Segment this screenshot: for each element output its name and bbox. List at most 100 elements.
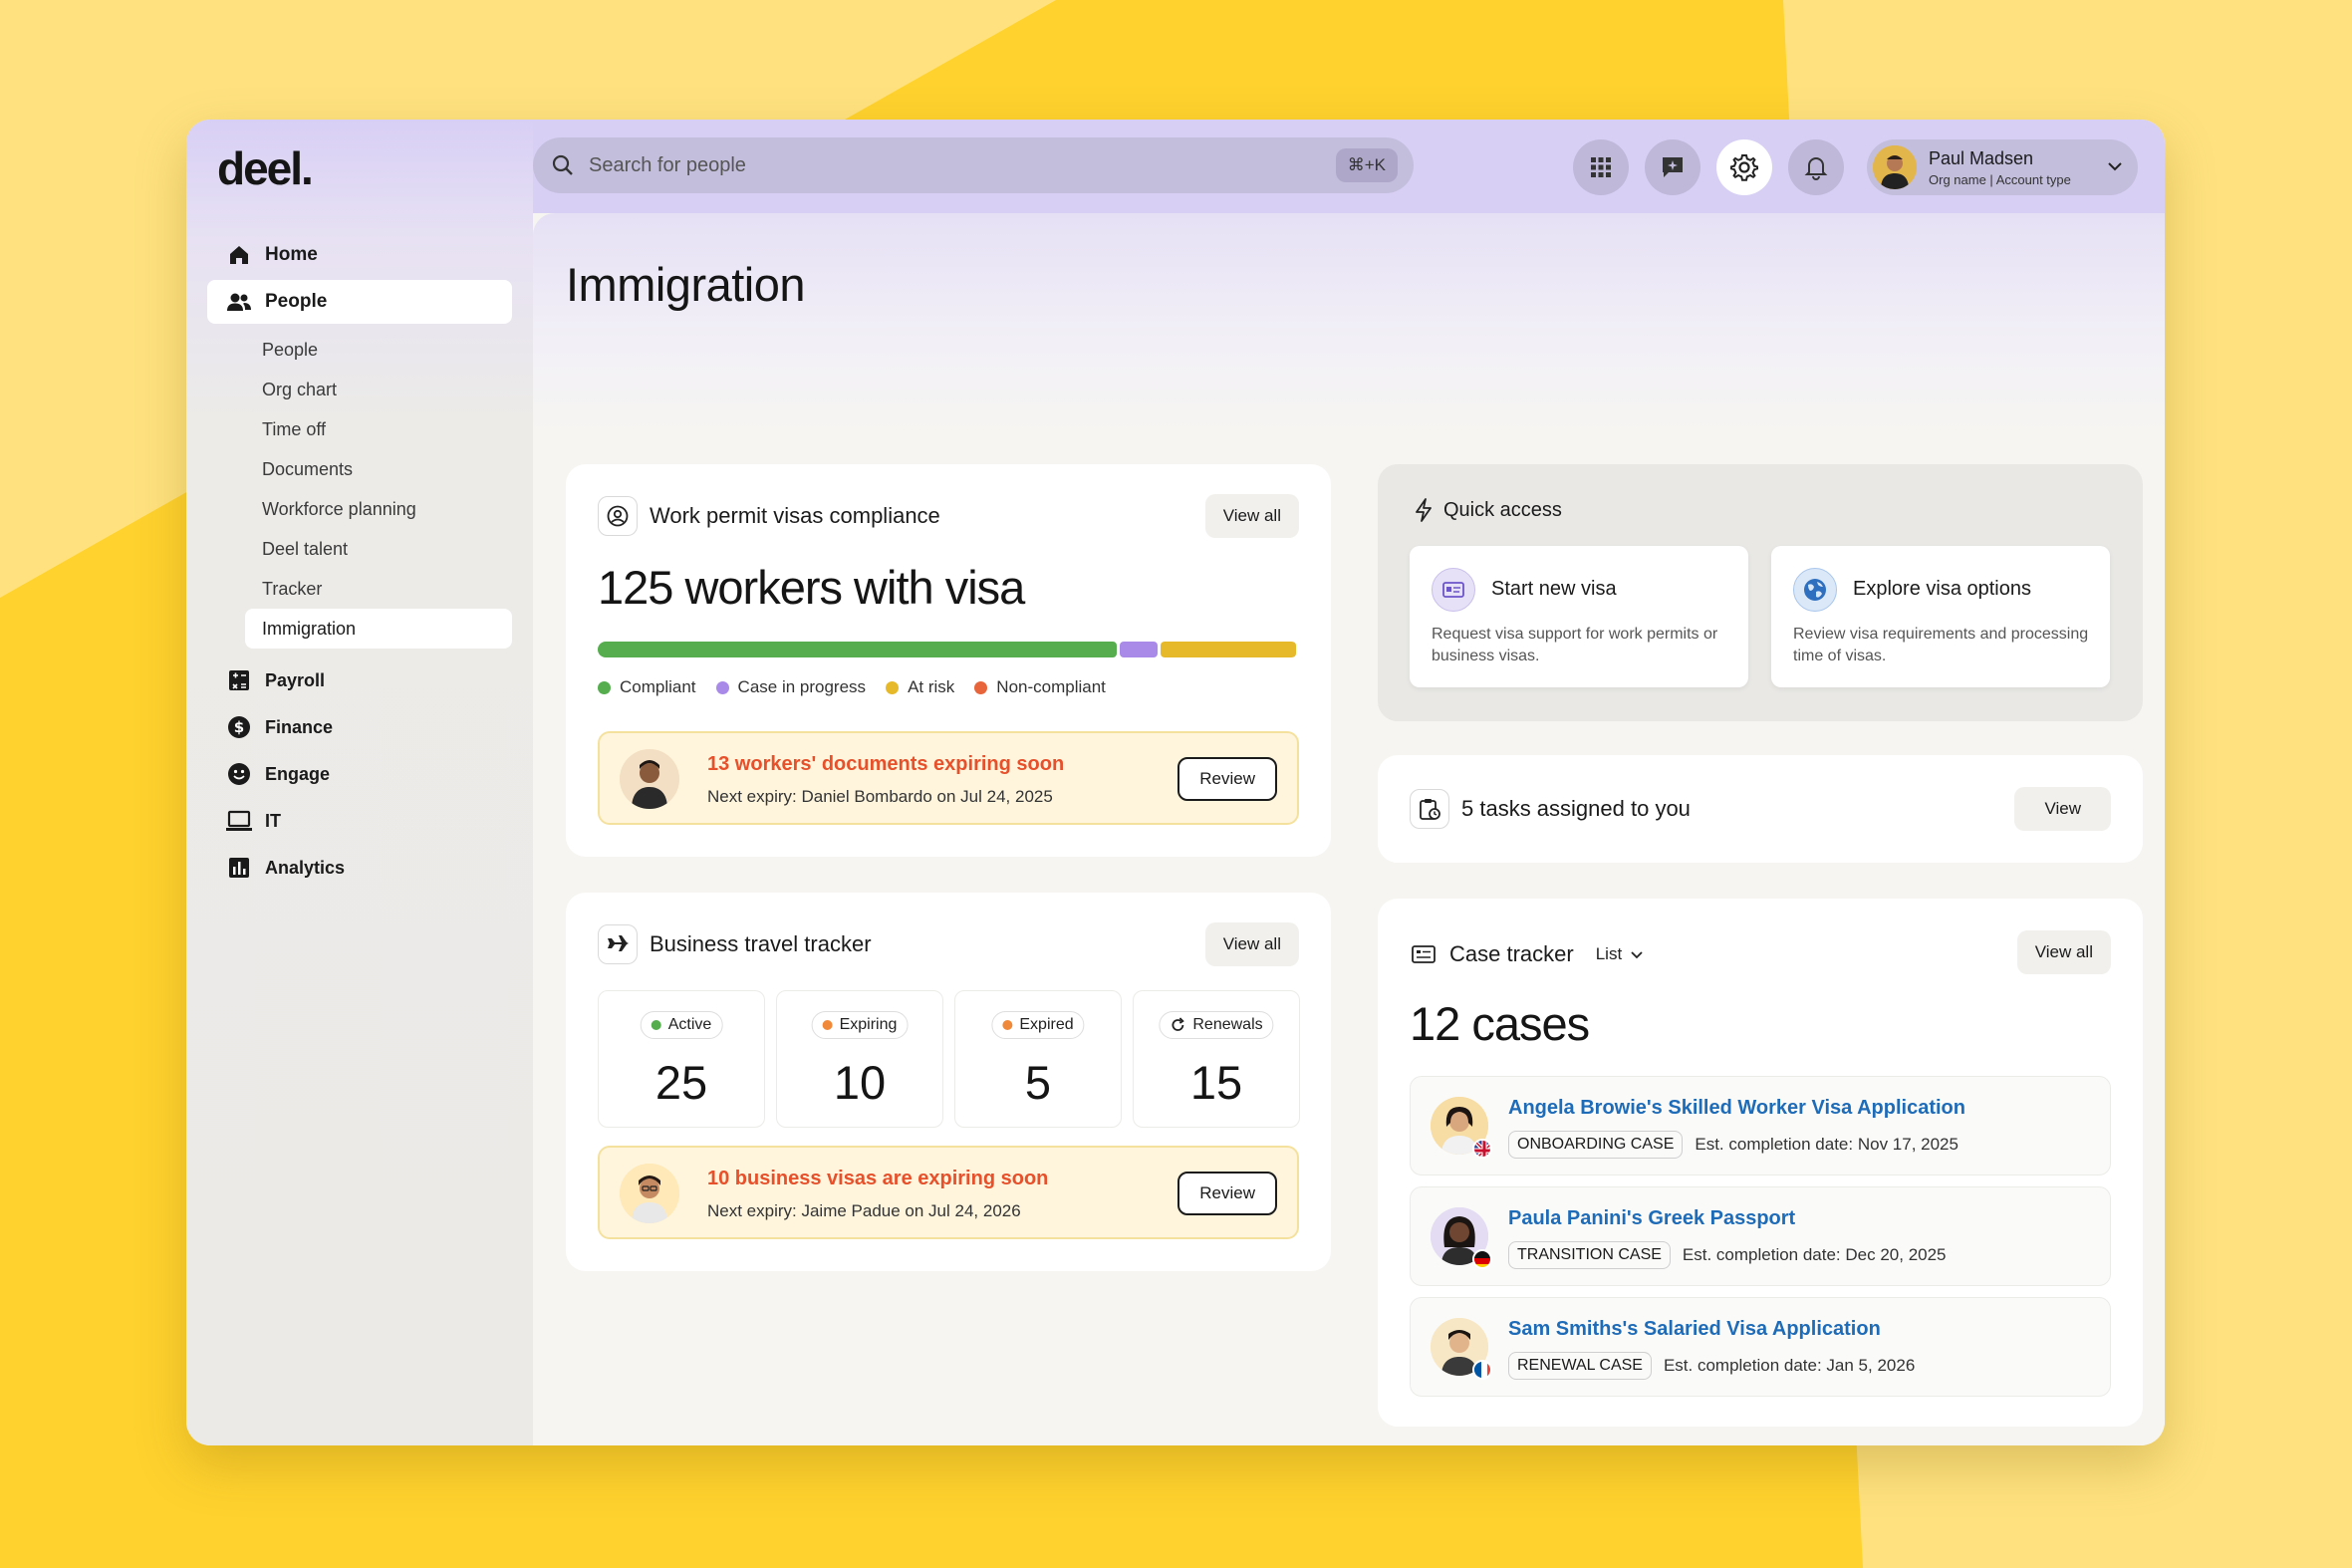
legend-item: Case in progress	[715, 677, 866, 697]
quick-access-panel: Quick access Start new visa Request visa…	[1378, 464, 2143, 721]
sidebar-item-label: Payroll	[265, 669, 326, 690]
search-placeholder: Search for people	[589, 153, 746, 176]
subnav-item-time-off[interactable]: Time off	[207, 409, 512, 449]
clipboard-clock-icon	[1410, 789, 1449, 829]
subnav-item-immigration[interactable]: Immigration	[245, 609, 512, 649]
case-completion-date: Est. completion date: Nov 17, 2025	[1695, 1135, 1959, 1154]
subnav-item-documents[interactable]: Documents	[207, 449, 512, 489]
sidebar: deel. Home People People Org chart Time …	[186, 120, 533, 1445]
alert-subtitle: Next expiry: Daniel Bombardo on Jul 24, …	[707, 787, 1053, 806]
user-menu[interactable]: Paul Madsen Org name | Account type	[1867, 139, 2138, 195]
documents-expiring-alert: 13 workers' documents expiring soon Next…	[598, 731, 1299, 825]
page-title: Immigration	[566, 258, 806, 311]
airplane-icon	[598, 924, 638, 964]
case-tracker-card: Case tracker List View all 12 cases Ange…	[1378, 899, 2143, 1427]
cases-view-all-button[interactable]: View all	[2016, 930, 2111, 974]
view-mode-dropdown[interactable]: List	[1596, 944, 1644, 964]
start-new-visa-card[interactable]: Start new visa Request visa support for …	[1410, 546, 1748, 687]
deel-logo[interactable]: deel.	[217, 141, 314, 195]
stat-value: 25	[654, 1056, 708, 1109]
qa-card-desc: Request visa support for work permits or…	[1432, 626, 1718, 664]
sidebar-item-label: IT	[265, 810, 281, 831]
case-type-badge: RENEWAL CASE	[1508, 1352, 1652, 1380]
sidebar-item-engage[interactable]: Engage	[207, 752, 512, 796]
avatar	[620, 749, 679, 809]
bell-icon	[1804, 157, 1828, 180]
top-bar: Search for people ⌘+K Paul Madsen Org na…	[533, 120, 2165, 213]
compliance-card: Work permit visas compliance View all 12…	[566, 464, 1331, 857]
sidebar-item-label: Home	[265, 244, 318, 265]
top-icon-group	[1573, 139, 1860, 195]
business-visas-alert: 10 business visas are expiring soon Next…	[598, 1146, 1299, 1239]
legend-item: At risk	[886, 677, 954, 697]
sidebar-item-finance[interactable]: $ Finance	[207, 705, 512, 749]
tasks-view-button[interactable]: View	[2014, 787, 2111, 831]
germany-flag-icon	[1472, 1249, 1492, 1269]
gear-icon	[1730, 154, 1758, 181]
card-title: Business travel tracker	[650, 931, 872, 956]
sidebar-item-label: Finance	[265, 716, 334, 737]
subnav-item-deel-talent[interactable]: Deel talent	[207, 529, 512, 569]
stat-value: 5	[1024, 1056, 1052, 1109]
legend-item: Non-compliant	[974, 677, 1106, 697]
case-title-link[interactable]: Sam Smiths's Salaried Visa Application	[1508, 1318, 1881, 1341]
tasks-title: 5 tasks assigned to you	[1461, 796, 1691, 821]
case-item[interactable]: Angela Browie's Skilled Worker Visa Appl…	[1410, 1076, 2111, 1176]
france-flag-icon	[1472, 1360, 1492, 1380]
sidebar-nav: Home People People Org chart Time off Do…	[207, 233, 512, 893]
chevron-down-icon	[1631, 951, 1643, 959]
smile-icon	[225, 760, 253, 788]
subnav-item-workforce-planning[interactable]: Workforce planning	[207, 489, 512, 529]
sidebar-item-home[interactable]: Home	[207, 233, 512, 277]
case-type-badge: ONBOARDING CASE	[1508, 1131, 1684, 1159]
chat-sparkle-icon	[1663, 157, 1683, 177]
case-title-link[interactable]: Paula Panini's Greek Passport	[1508, 1207, 1795, 1230]
stat-active[interactable]: Active 25	[598, 990, 765, 1128]
case-type-badge: TRANSITION CASE	[1508, 1241, 1671, 1269]
sidebar-item-analytics[interactable]: Analytics	[207, 846, 512, 890]
sidebar-item-label: Analytics	[265, 857, 346, 878]
stat-value: 10	[833, 1056, 887, 1109]
dollar-icon: $	[225, 713, 253, 741]
cases-headline: 12 cases	[1410, 997, 1590, 1050]
app-window: deel. Home People People Org chart Time …	[186, 120, 2165, 1445]
tasks-card: 5 tasks assigned to you View	[1378, 755, 2143, 863]
explore-visa-options-card[interactable]: Explore visa options Review visa require…	[1771, 546, 2110, 687]
subnav-item-org-chart[interactable]: Org chart	[207, 370, 512, 409]
review-documents-button[interactable]: Review	[1177, 757, 1277, 801]
case-title-link[interactable]: Angela Browie's Skilled Worker Visa Appl…	[1508, 1097, 1965, 1120]
search-input[interactable]: Search for people ⌘+K	[533, 137, 1414, 193]
compliance-view-all-button[interactable]: View all	[1204, 494, 1299, 538]
laptop-icon	[225, 807, 253, 835]
subnav-item-people[interactable]: People	[207, 330, 512, 370]
review-business-visas-button[interactable]: Review	[1177, 1172, 1277, 1215]
stat-renewals[interactable]: Renewals 15	[1133, 990, 1300, 1128]
sidebar-item-payroll[interactable]: Payroll	[207, 658, 512, 702]
main-content: Immigration Work permit visas compliance…	[533, 213, 2165, 1445]
qa-card-title: Start new visa	[1491, 578, 1617, 600]
stat-expiring[interactable]: Expiring 10	[776, 990, 943, 1128]
legend-item: Compliant	[598, 677, 696, 697]
search-icon	[552, 154, 573, 175]
user-circle-icon	[598, 496, 638, 536]
sidebar-item-label: Engage	[265, 763, 331, 784]
feedback-button[interactable]	[1645, 139, 1700, 195]
case-item[interactable]: Sam Smiths's Salaried Visa Application R…	[1410, 1297, 2111, 1397]
alert-title: 10 business visas are expiring soon	[707, 1168, 1049, 1189]
globe-icon	[1793, 568, 1837, 612]
notifications-button[interactable]	[1788, 139, 1844, 195]
travel-stats: Active 25 Expiring 10 Expired 5 Renewals	[598, 990, 1300, 1128]
qa-card-title: Explore visa options	[1853, 578, 2031, 600]
settings-button[interactable]	[1716, 139, 1772, 195]
subnav-item-tracker[interactable]: Tracker	[207, 569, 512, 609]
case-item[interactable]: Paula Panini's Greek Passport TRANSITION…	[1410, 1186, 2111, 1286]
travel-view-all-button[interactable]: View all	[1204, 922, 1299, 966]
people-icon	[225, 288, 253, 316]
sidebar-item-people[interactable]: People	[207, 280, 512, 324]
stat-expired[interactable]: Expired 5	[954, 990, 1122, 1128]
chart-icon	[225, 854, 253, 882]
apps-grid-button[interactable]	[1573, 139, 1629, 195]
sidebar-item-it[interactable]: IT	[207, 799, 512, 843]
grid-icon	[1591, 157, 1611, 177]
uk-flag-icon	[1472, 1139, 1492, 1159]
